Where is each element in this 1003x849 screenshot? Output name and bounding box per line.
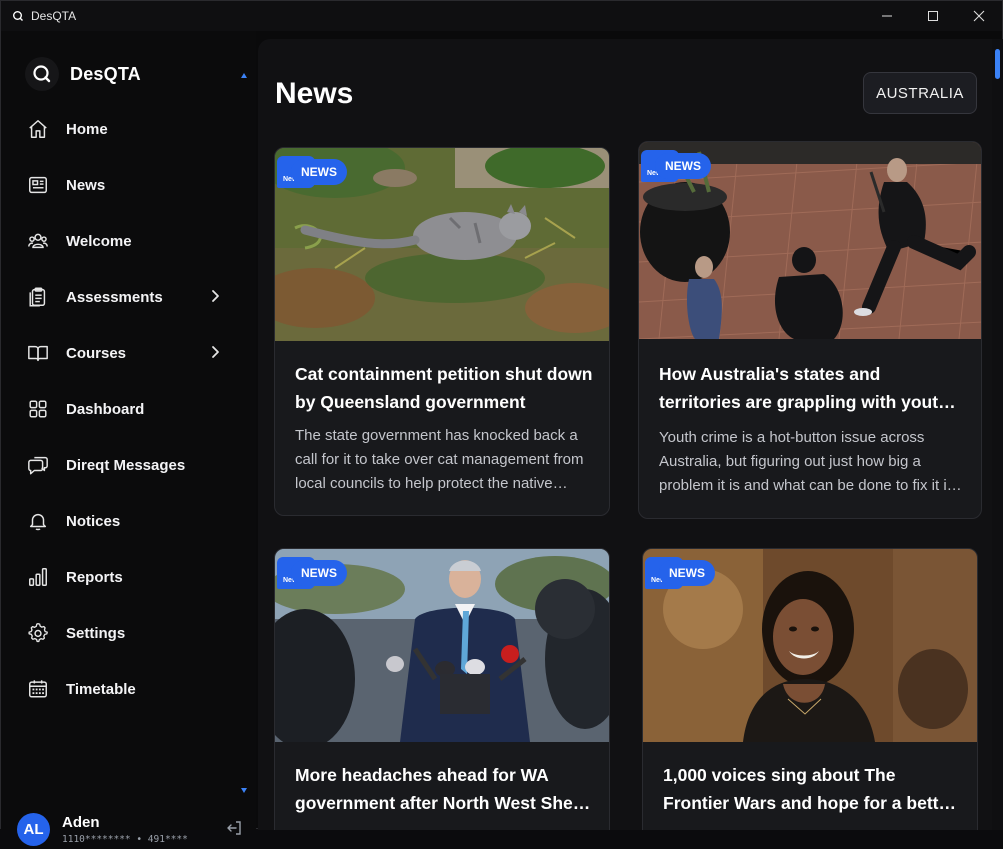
title-bar: DesQTA [1, 1, 1002, 31]
bar-chart-icon [27, 566, 49, 588]
close-button[interactable] [956, 1, 1002, 31]
sidebar-item-label: Notices [66, 512, 121, 530]
sidebar-item-label: Courses [66, 344, 127, 362]
logout-icon[interactable] [225, 819, 243, 837]
sidebar-item-settings[interactable]: Settings [1, 605, 241, 661]
grid-icon [27, 398, 49, 420]
newspaper-icon [27, 174, 49, 196]
news-card[interactable]: News NEWS 1,000 voices sing about The Fr… [642, 548, 978, 830]
user-name: Aden [62, 813, 100, 831]
sidebar-item-reports[interactable]: Reports [1, 549, 241, 605]
close-icon [973, 10, 985, 22]
page-title: News [275, 77, 354, 110]
sidebar-item-label: Dashboard [66, 400, 145, 418]
calendar-icon [27, 678, 49, 700]
maximize-icon [928, 11, 938, 21]
gear-icon [27, 622, 49, 644]
sidebar-item-direqt-messages[interactable]: Direqt Messages [1, 437, 241, 493]
users-icon [27, 230, 49, 252]
sidebar-item-label: Settings [66, 624, 126, 642]
sidebar-item-label: News [66, 176, 106, 194]
sidebar: DesQTA Home News Welcome Assessments Cou… [1, 31, 256, 846]
news-card[interactable]: News NEWS Cat containment petition shut … [274, 147, 610, 516]
sidebar-item-label: Home [66, 120, 108, 138]
news-card-title: More headaches ahead for WA government a… [295, 765, 584, 813]
sidebar-item-label: Assessments [66, 288, 163, 306]
sidebar-item-label: Welcome [66, 232, 132, 250]
news-card-title: 1,000 voices sing about The Frontier War… [663, 765, 956, 813]
maximize-button[interactable] [910, 1, 956, 31]
app-window: DesQTA DesQTA Home News Welcome Assessme… [0, 0, 1003, 846]
book-icon [27, 342, 49, 364]
sidebar-item-news[interactable]: News [1, 157, 241, 213]
sidebar-item-assessments[interactable]: Assessments [1, 269, 241, 325]
main-scrollbar[interactable] [992, 39, 1003, 830]
news-card-description: The state government has knocked back a … [295, 427, 584, 492]
sidebar-item-notices[interactable]: Notices [1, 493, 241, 549]
sidebar-item-home[interactable]: Home [1, 101, 241, 157]
user-profile[interactable]: AL Aden 1110******** • 491**** [17, 809, 253, 849]
main-content: News AUSTRALIA News NEWS Cat containment… [258, 39, 992, 830]
user-info: Aden 1110******** • 491**** [62, 814, 188, 845]
chevron-right-icon[interactable] [207, 344, 223, 360]
brand-name: DesQTA [70, 63, 141, 84]
chat-icon [27, 454, 49, 476]
brand[interactable]: DesQTA [25, 57, 141, 91]
app-logo-icon [11, 9, 25, 23]
home-icon [27, 118, 49, 140]
sidebar-nav: Home News Welcome Assessments Courses Da… [1, 101, 241, 717]
minimize-button[interactable] [864, 1, 910, 31]
avatar: AL [17, 812, 50, 846]
main-scrollbar-thumb[interactable] [995, 49, 1000, 79]
clipboard-icon [27, 286, 49, 308]
sidebar-scrollbar[interactable] [239, 71, 249, 795]
minimize-icon [882, 15, 892, 17]
sidebar-item-welcome[interactable]: Welcome [1, 213, 241, 269]
brand-logo-icon [25, 57, 59, 91]
news-card-title: Cat containment petition shut down by Qu… [295, 364, 593, 412]
sidebar-item-label: Timetable [66, 680, 136, 698]
news-card-description: Youth crime is a hot-button issue across… [659, 429, 955, 494]
window-controls [864, 1, 1002, 31]
chevron-right-icon[interactable] [207, 288, 223, 304]
news-card[interactable]: News NEWS How Australia's states and ter… [638, 141, 982, 519]
sidebar-item-label: Direqt Messages [66, 456, 186, 474]
user-id: 1110******** • 491**** [62, 833, 188, 845]
news-card[interactable]: News NEWS More headaches ahead for WA go… [274, 548, 610, 830]
region-selector-button[interactable]: AUSTRALIA [863, 72, 977, 114]
sidebar-item-timetable[interactable]: Timetable [1, 661, 241, 717]
window-title: DesQTA [31, 9, 77, 23]
news-card-title: How Australia's states and territories a… [659, 364, 949, 412]
sidebar-item-dashboard[interactable]: Dashboard [1, 381, 241, 437]
bell-icon [27, 510, 49, 532]
sidebar-item-label: Reports [66, 568, 123, 586]
sidebar-item-courses[interactable]: Courses [1, 325, 241, 381]
